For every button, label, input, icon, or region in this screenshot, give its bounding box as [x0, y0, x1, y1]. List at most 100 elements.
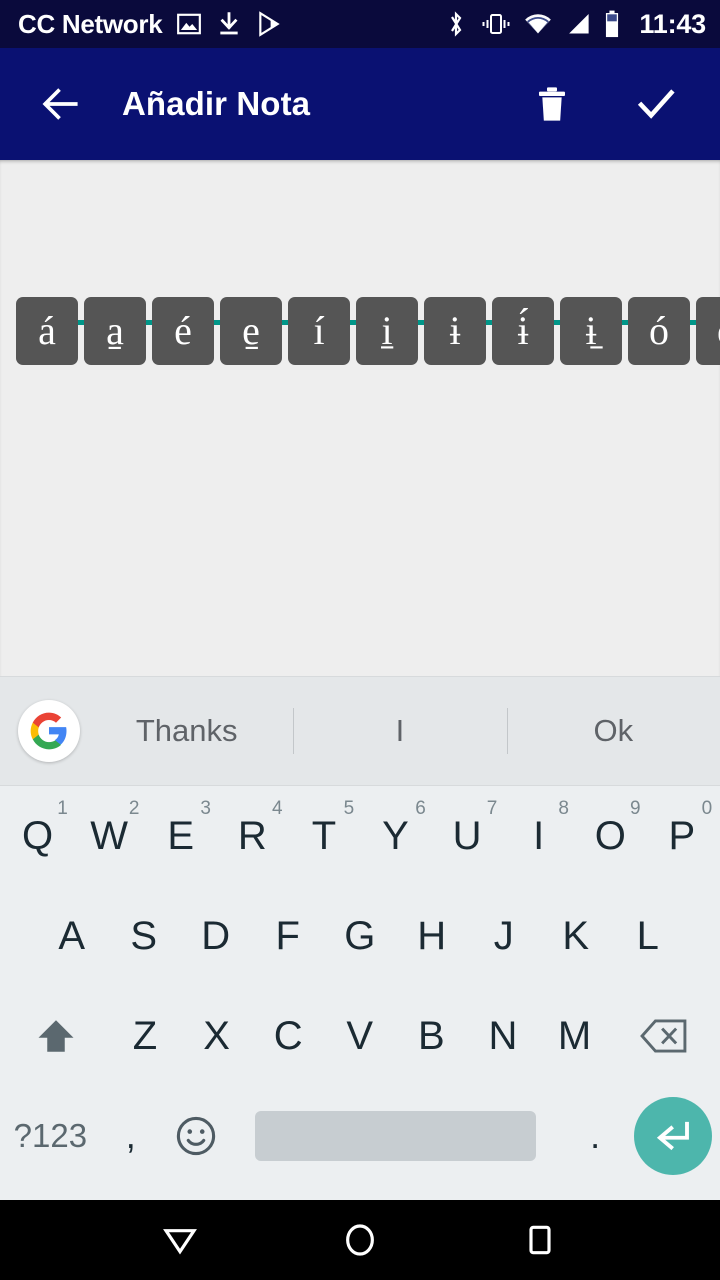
- key-e[interactable]: E 3: [145, 786, 217, 886]
- key-label: W: [90, 813, 129, 858]
- status-system-icons: 11:43: [444, 9, 706, 40]
- key-l[interactable]: L: [612, 886, 684, 986]
- keyboard-row-3: Z X C V B N M: [0, 986, 720, 1086]
- emoji-key[interactable]: [163, 1086, 228, 1186]
- accent-key[interactable]: ó: [628, 297, 690, 365]
- back-button[interactable]: [32, 76, 88, 132]
- key-label: .: [590, 1115, 601, 1156]
- key-label: Y: [382, 813, 410, 858]
- backspace-icon: [640, 1019, 687, 1053]
- enter-key[interactable]: [628, 1097, 718, 1175]
- keyboard-row-4: ?123 , .: [0, 1086, 720, 1186]
- key-z[interactable]: Z: [109, 986, 181, 1086]
- enter-icon: [656, 1121, 689, 1151]
- suggestion-list: Thanks I Ok: [80, 677, 720, 785]
- key-u[interactable]: U 7: [432, 786, 504, 886]
- key-label: P: [668, 813, 696, 858]
- symbols-key[interactable]: ?123: [2, 1086, 99, 1186]
- android-screen: CC Network 11:43 Añadir Nota á a̱ é e̱ í…: [0, 0, 720, 1280]
- screenshot-image-icon: [177, 13, 202, 35]
- accent-key[interactable]: i̱: [356, 297, 418, 365]
- nav-back-button[interactable]: [144, 1204, 216, 1276]
- arrow-back-icon: [42, 88, 78, 120]
- key-label: I: [533, 813, 545, 858]
- accent-key[interactable]: ɨ̱: [560, 297, 622, 365]
- key-d[interactable]: D: [180, 886, 252, 986]
- key-a[interactable]: A: [36, 886, 108, 986]
- key-w[interactable]: W 2: [74, 786, 146, 886]
- shift-key[interactable]: [2, 986, 109, 1086]
- key-o[interactable]: O 9: [575, 786, 647, 886]
- key-j[interactable]: J: [468, 886, 540, 986]
- google-logo-button[interactable]: [18, 700, 80, 762]
- save-note-button[interactable]: [630, 78, 682, 130]
- nav-back-triangle-icon: [163, 1229, 197, 1255]
- key-label: G: [344, 913, 376, 958]
- backspace-key[interactable]: [611, 986, 718, 1086]
- key-c[interactable]: C: [253, 986, 325, 1086]
- key-m[interactable]: M: [539, 986, 611, 1086]
- clock-label: 11:43: [639, 8, 706, 39]
- app-bar: Añadir Nota: [0, 48, 720, 160]
- accent-key[interactable]: á: [16, 297, 78, 365]
- accent-key[interactable]: í: [288, 297, 350, 365]
- suggestion-item[interactable]: Ok: [507, 677, 720, 785]
- suggestion-item[interactable]: I: [293, 677, 506, 785]
- accent-key[interactable]: é: [152, 297, 214, 365]
- key-label: ?123: [13, 1117, 88, 1154]
- accent-key[interactable]: e̱: [220, 297, 282, 365]
- accent-key[interactable]: a̱: [84, 297, 146, 365]
- period-key[interactable]: .: [563, 1086, 628, 1186]
- key-label: O: [594, 813, 627, 858]
- key-q[interactable]: Q 1: [2, 786, 74, 886]
- key-i[interactable]: I 8: [503, 786, 575, 886]
- key-number-hint: 9: [629, 798, 641, 819]
- key-label: T: [311, 813, 337, 858]
- key-label: S: [130, 913, 158, 958]
- accent-key[interactable]: ɨ́: [492, 297, 554, 365]
- enter-key-surface: [633, 1097, 712, 1175]
- status-notification-icons: [176, 11, 282, 37]
- page-title: Añadir Nota: [122, 85, 311, 122]
- key-p[interactable]: P 0: [646, 786, 718, 886]
- keyboard-row-2: A S D F G H J K L: [0, 886, 720, 986]
- key-label: K: [562, 913, 590, 958]
- bluetooth-icon: [451, 11, 462, 37]
- system-navigation-bar: [0, 1200, 720, 1280]
- key-s[interactable]: S: [108, 886, 180, 986]
- key-number-hint: 6: [415, 798, 426, 819]
- key-k[interactable]: K: [540, 886, 612, 986]
- key-f[interactable]: F: [252, 886, 324, 986]
- key-label: A: [58, 913, 86, 958]
- key-n[interactable]: N: [467, 986, 539, 1086]
- key-label: X: [203, 1013, 231, 1058]
- spacebar-surface: [254, 1111, 537, 1161]
- key-t[interactable]: T 5: [288, 786, 360, 886]
- key-x[interactable]: X: [181, 986, 253, 1086]
- delete-icon: [539, 87, 565, 121]
- comma-key[interactable]: ,: [99, 1086, 164, 1186]
- google-g-icon: [30, 712, 67, 750]
- accent-key[interactable]: ɨ: [424, 297, 486, 365]
- key-label: J: [493, 913, 515, 958]
- nav-recents-square-icon: [529, 1225, 551, 1255]
- key-y[interactable]: Y 6: [360, 786, 432, 886]
- key-label: U: [452, 813, 483, 858]
- wifi-icon: [525, 14, 552, 34]
- space-key[interactable]: [228, 1086, 563, 1186]
- suggestion-item[interactable]: Thanks: [80, 677, 293, 785]
- key-v[interactable]: V: [324, 986, 396, 1086]
- signal-icon: [569, 13, 590, 34]
- key-g[interactable]: G: [324, 886, 396, 986]
- download-icon: [220, 12, 239, 35]
- nav-recents-button[interactable]: [504, 1204, 576, 1276]
- key-h[interactable]: H: [396, 886, 468, 986]
- delete-note-button[interactable]: [526, 78, 578, 130]
- accent-key[interactable]: o: [696, 297, 720, 365]
- key-b[interactable]: B: [396, 986, 468, 1086]
- key-r[interactable]: R 4: [217, 786, 289, 886]
- keyboard-row-1: Q 1 W 2 E 3 R 4 T 5 Y 6 U 7 I 8 O 9 P 0: [0, 786, 720, 886]
- key-label: D: [201, 913, 231, 958]
- nav-home-button[interactable]: [324, 1204, 396, 1276]
- status-bar: CC Network 11:43: [0, 0, 720, 48]
